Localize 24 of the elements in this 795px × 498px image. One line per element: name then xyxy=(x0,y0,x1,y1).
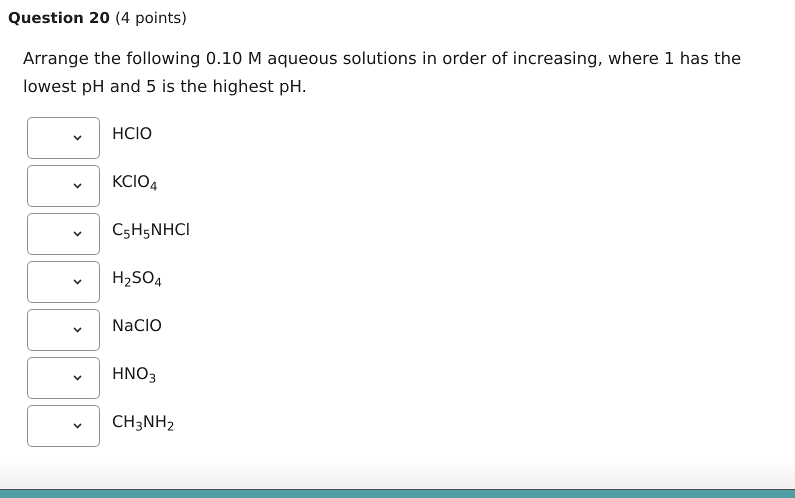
rank-dropdown[interactable] xyxy=(27,261,100,303)
chevron-down-icon xyxy=(73,375,82,381)
solution-label: CH$_{3}$NH$_{2}$ xyxy=(112,412,174,430)
chevron-down-icon xyxy=(73,423,82,429)
solution-label: H$_{2}$SO$_{4}$ xyxy=(112,268,162,286)
rank-dropdown[interactable] xyxy=(27,405,100,447)
rank-dropdown[interactable] xyxy=(27,213,100,255)
rank-dropdown[interactable] xyxy=(27,117,100,159)
rank-dropdown[interactable] xyxy=(27,357,100,399)
rank-dropdown[interactable] xyxy=(27,165,100,207)
solution-label: NaClO xyxy=(112,316,162,334)
solution-label: C$_{5}$H$_{5}$NHCl xyxy=(112,220,190,238)
question-title: Question 20 xyxy=(8,9,110,27)
chevron-down-icon xyxy=(73,231,82,237)
chevron-down-icon xyxy=(73,279,82,285)
chevron-down-icon xyxy=(73,183,82,189)
solution-label: HClO xyxy=(112,124,152,142)
chevron-down-icon xyxy=(73,135,82,141)
chevron-down-icon xyxy=(73,327,82,333)
question-points: (4 points) xyxy=(114,9,188,27)
question-prompt: Arrange the following 0.10 M aqueous solutions in order of increasing, where 1 has the lowest pH and 5 is the highest pH. xyxy=(23,48,742,98)
solution-label: HNO$_{3}$ xyxy=(112,364,156,382)
solution-label: KClO$_{4}$ xyxy=(112,172,158,190)
rank-dropdown[interactable] xyxy=(27,309,100,351)
